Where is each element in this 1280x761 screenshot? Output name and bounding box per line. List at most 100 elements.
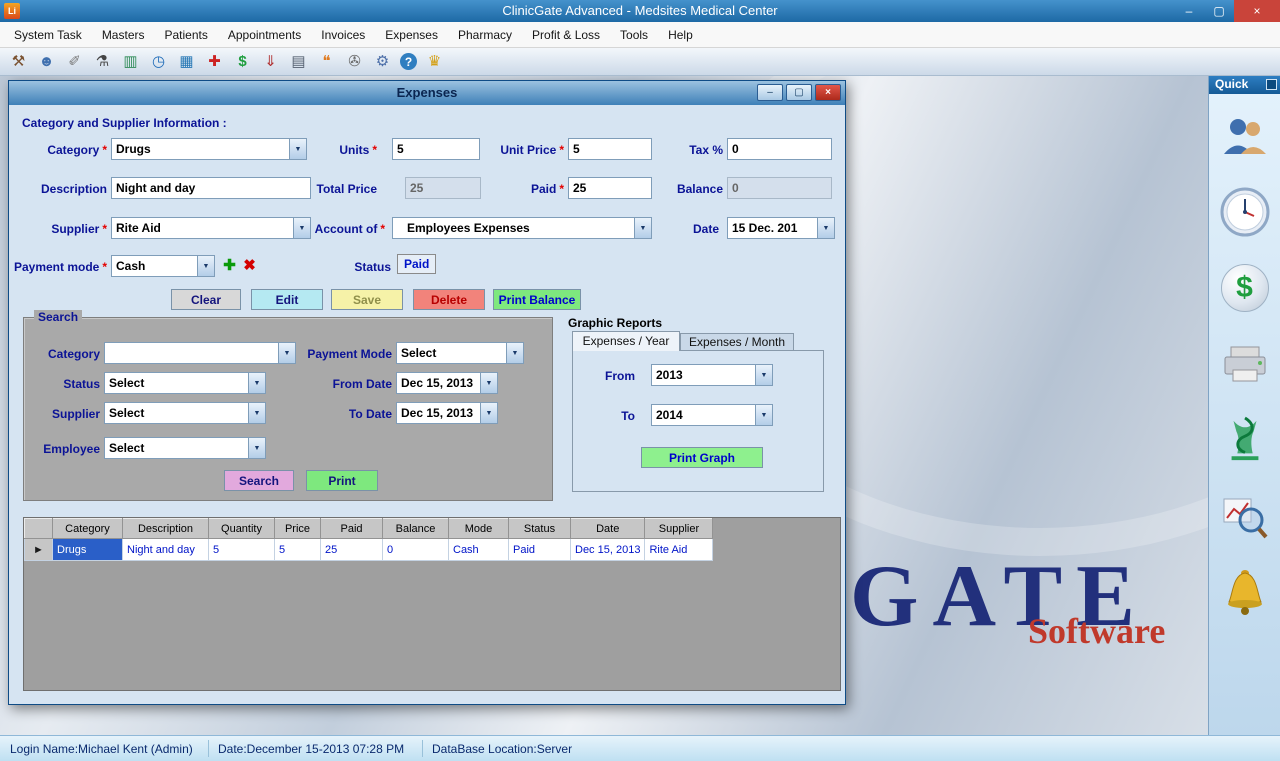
minimize-button[interactable]: – <box>1174 0 1204 22</box>
menu-patients[interactable]: Patients <box>155 24 218 46</box>
quick-pin-icon[interactable] <box>1266 79 1277 90</box>
description-input[interactable] <box>111 177 311 199</box>
tax-input[interactable] <box>727 138 832 160</box>
column-header-description[interactable]: Description <box>123 519 209 539</box>
patient-icon[interactable]: ☻ <box>36 51 57 72</box>
chevron-down-icon[interactable] <box>278 343 295 363</box>
column-header-quantity[interactable]: Quantity <box>209 519 275 539</box>
world-clock-icon[interactable]: ◷ <box>148 51 169 72</box>
lab-icon[interactable]: ⚗ <box>92 51 113 72</box>
grid-cell-paid[interactable]: 25 <box>321 539 383 561</box>
pen-icon[interactable]: ✐ <box>64 51 85 72</box>
chevron-down-icon[interactable] <box>634 218 651 238</box>
calendar-icon[interactable]: ▦ <box>176 51 197 72</box>
supplier-select[interactable]: Rite Aid <box>111 217 311 239</box>
menu-system-task[interactable]: System Task <box>4 24 92 46</box>
grid-cell-description[interactable]: Night and day <box>123 539 209 561</box>
menu-help[interactable]: Help <box>658 24 703 46</box>
reminder-icon[interactable]: ♛ <box>424 51 445 72</box>
payment-mode-select[interactable]: Cash <box>111 255 215 277</box>
clock-icon[interactable] <box>1219 186 1271 238</box>
save-button[interactable]: Save <box>331 289 403 310</box>
clear-button[interactable]: Clear <box>171 289 241 310</box>
category-select[interactable]: Drugs <box>111 138 307 160</box>
bell-icon[interactable] <box>1219 566 1271 618</box>
search-payment-mode-select[interactable]: Select <box>396 342 524 364</box>
delete-button[interactable]: Delete <box>413 289 485 310</box>
column-header-paid[interactable]: Paid <box>321 519 383 539</box>
dollar-icon[interactable]: $ <box>232 51 253 72</box>
chevron-down-icon[interactable] <box>197 256 214 276</box>
chevron-down-icon[interactable] <box>248 438 265 458</box>
tab-expenses-month[interactable]: Expenses / Month <box>680 333 794 351</box>
printer-icon[interactable] <box>1219 338 1271 390</box>
account-of-select[interactable]: Employees Expenses <box>392 217 652 239</box>
column-header-balance[interactable]: Balance <box>383 519 449 539</box>
users-icon[interactable] <box>1219 110 1271 162</box>
chat-icon[interactable]: ❝ <box>316 51 337 72</box>
pharmacy-icon[interactable] <box>1219 414 1271 466</box>
search-from-date-picker[interactable]: Dec 15, 2013 <box>396 372 498 394</box>
edit-button[interactable]: Edit <box>251 289 323 310</box>
add-payment-mode-icon[interactable]: ✚ <box>221 256 238 273</box>
column-header-date[interactable]: Date <box>571 519 645 539</box>
search-status-select[interactable]: Select <box>104 372 266 394</box>
tape-icon[interactable]: ✇ <box>344 51 365 72</box>
maximize-button[interactable]: ▢ <box>1204 0 1234 22</box>
settings-search-icon[interactable]: ⚙ <box>372 51 393 72</box>
to-year-select[interactable]: 2014 <box>651 404 773 426</box>
menu-expenses[interactable]: Expenses <box>375 24 448 46</box>
menu-invoices[interactable]: Invoices <box>311 24 375 46</box>
column-header-supplier[interactable]: Supplier <box>645 519 713 539</box>
print-graph-button[interactable]: Print Graph <box>641 447 763 468</box>
column-header-price[interactable]: Price <box>275 519 321 539</box>
chevron-down-icon[interactable] <box>248 373 265 393</box>
delete-payment-mode-icon[interactable]: ✖ <box>241 256 258 273</box>
print-balance-button[interactable]: Print Balance <box>493 289 581 310</box>
row-selector-icon[interactable]: ► <box>25 539 53 561</box>
grid-cell-balance[interactable]: 0 <box>383 539 449 561</box>
search-to-date-picker[interactable]: Dec 15, 2013 <box>396 402 498 424</box>
menu-profit-loss[interactable]: Profit & Loss <box>522 24 610 46</box>
search-supplier-select[interactable]: Select <box>104 402 266 424</box>
grid-cell-mode[interactable]: Cash <box>449 539 509 561</box>
menu-pharmacy[interactable]: Pharmacy <box>448 24 522 46</box>
expenses-maximize-button[interactable]: ▢ <box>786 84 812 101</box>
download-icon[interactable]: ⇓ <box>260 51 281 72</box>
grid-cell-status[interactable]: Paid <box>509 539 571 561</box>
grid-cell-supplier[interactable]: Rite Aid <box>645 539 713 561</box>
chevron-down-icon[interactable] <box>506 343 523 363</box>
search-category-select[interactable] <box>104 342 296 364</box>
grid-cell-price[interactable]: 5 <box>275 539 321 561</box>
date-picker[interactable]: 15 Dec. 201 <box>727 217 835 239</box>
expenses-titlebar[interactable]: Expenses – ▢ × <box>9 81 845 105</box>
menu-masters[interactable]: Masters <box>92 24 155 46</box>
menu-tools[interactable]: Tools <box>610 24 658 46</box>
close-button[interactable]: × <box>1234 0 1280 22</box>
expenses-grid[interactable]: Category Description Quantity Price Paid… <box>24 518 713 561</box>
grid-cell-category[interactable]: Drugs <box>53 539 123 561</box>
chevron-down-icon[interactable] <box>480 373 497 393</box>
column-header-status[interactable]: Status <box>509 519 571 539</box>
expenses-close-button[interactable]: × <box>815 84 841 101</box>
hammer-icon[interactable]: ⚒ <box>8 51 29 72</box>
grid-cell-date[interactable]: Dec 15, 2013 <box>571 539 645 561</box>
expenses-minimize-button[interactable]: – <box>757 84 783 101</box>
from-year-select[interactable]: 2013 <box>651 364 773 386</box>
dollar-icon[interactable]: $ <box>1219 262 1271 314</box>
chart-icon[interactable]: ▥ <box>120 51 141 72</box>
table-row[interactable]: ► Drugs Night and day 5 5 25 0 Cash Paid… <box>25 539 713 561</box>
chevron-down-icon[interactable] <box>817 218 834 238</box>
tab-expenses-year[interactable]: Expenses / Year <box>572 331 680 351</box>
chevron-down-icon[interactable] <box>755 365 772 385</box>
chevron-down-icon[interactable] <box>248 403 265 423</box>
search-chart-icon[interactable] <box>1219 490 1271 542</box>
help-icon[interactable]: ? <box>400 53 417 70</box>
chevron-down-icon[interactable] <box>480 403 497 423</box>
column-header-category[interactable]: Category <box>53 519 123 539</box>
column-header-mode[interactable]: Mode <box>449 519 509 539</box>
grid-cell-quantity[interactable]: 5 <box>209 539 275 561</box>
chevron-down-icon[interactable] <box>755 405 772 425</box>
search-button[interactable]: Search <box>224 470 294 491</box>
menu-appointments[interactable]: Appointments <box>218 24 311 46</box>
